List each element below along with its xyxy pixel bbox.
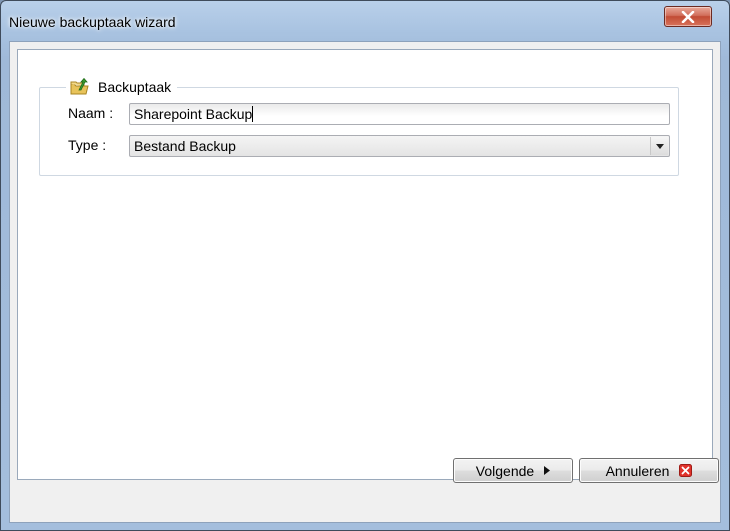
title-bar[interactable]: Nieuwe backuptaak wizard bbox=[1, 1, 729, 41]
group-legend: Backuptaak bbox=[66, 77, 178, 97]
name-label: Naam : bbox=[68, 105, 114, 121]
text-caret bbox=[252, 106, 254, 122]
type-select[interactable]: Bestand Backup bbox=[129, 135, 670, 157]
name-input-value: Sharepoint Backup bbox=[134, 106, 253, 122]
chevron-down-icon bbox=[656, 144, 664, 149]
folder-backup-icon bbox=[70, 78, 89, 95]
next-button-label: Volgende bbox=[475, 462, 535, 479]
cancel-button[interactable]: Annuleren bbox=[579, 458, 719, 483]
next-button[interactable]: Volgende bbox=[453, 458, 573, 483]
group-title: Backuptaak bbox=[98, 79, 172, 95]
backup-task-group: Backuptaak bbox=[39, 77, 679, 176]
dropdown-button[interactable] bbox=[650, 137, 668, 155]
cancel-icon bbox=[679, 464, 693, 477]
window-title: Nieuwe backuptaak wizard bbox=[9, 14, 176, 30]
close-button[interactable] bbox=[664, 6, 712, 27]
cancel-button-label: Annuleren bbox=[605, 462, 670, 479]
type-label: Type : bbox=[68, 137, 107, 153]
arrow-right-icon bbox=[544, 466, 551, 475]
close-icon bbox=[681, 10, 695, 24]
name-input[interactable]: Sharepoint Backup bbox=[129, 103, 670, 125]
wizard-window: Nieuwe backuptaak wizard Backuptaak Naam bbox=[0, 0, 730, 531]
type-select-value: Bestand Backup bbox=[134, 138, 236, 154]
